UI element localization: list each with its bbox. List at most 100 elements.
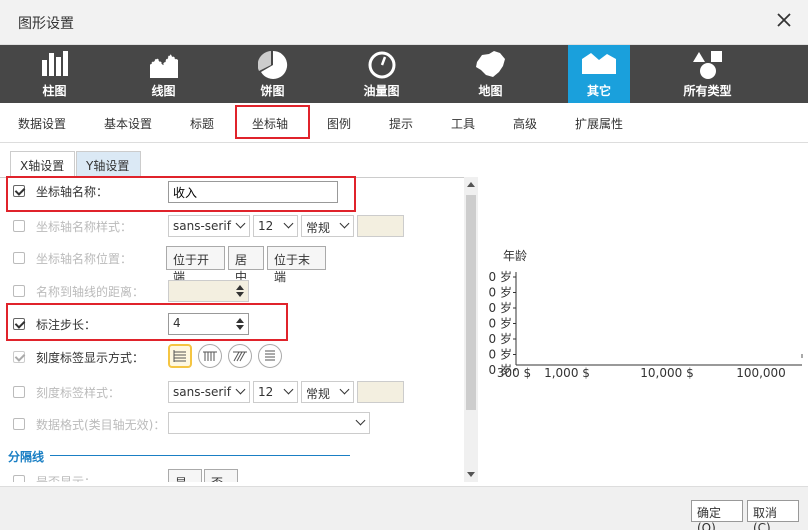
x-tick-label: 10,000 $ bbox=[640, 366, 693, 380]
x-tick-label: 1,000 $ bbox=[544, 366, 590, 380]
section-title: 分隔线 bbox=[8, 450, 45, 464]
label-horizontal-icon[interactable] bbox=[168, 344, 192, 368]
font-weight-value: 常规 bbox=[306, 221, 331, 235]
tab-x-axis[interactable]: X轴设置 bbox=[10, 151, 75, 177]
y-tick-label: 0 岁 bbox=[489, 347, 512, 362]
tab-tools[interactable]: 工具 bbox=[451, 115, 475, 132]
x-tick-label: 300 $ bbox=[497, 366, 531, 380]
scroll-thumb[interactable] bbox=[466, 195, 476, 410]
bar-chart-icon bbox=[41, 51, 68, 76]
data-format-checkbox[interactable] bbox=[13, 418, 25, 430]
chart-type-all[interactable]: 所有类型 bbox=[653, 45, 762, 103]
tick-font-family-select[interactable]: sans-serif bbox=[168, 381, 250, 403]
tab-extended-properties[interactable]: 扩展属性 bbox=[575, 115, 623, 132]
name-distance-stepper[interactable] bbox=[168, 280, 249, 302]
tick-label-display-label: 刻度标签显示方式： bbox=[36, 351, 145, 365]
settings-scrollbar[interactable] bbox=[464, 177, 478, 482]
label-stacked-icon[interactable] bbox=[258, 344, 282, 368]
position-start-button[interactable]: 位于开端 bbox=[166, 246, 225, 284]
chart-type-line-chart[interactable]: 线图 bbox=[109, 45, 218, 103]
other-chart-icon bbox=[582, 53, 616, 74]
label-vertical-icon[interactable] bbox=[198, 344, 222, 368]
close-icon[interactable] bbox=[774, 10, 794, 30]
pie-chart-icon bbox=[257, 50, 287, 79]
row-show: 是否显示： 是 否 bbox=[0, 469, 460, 482]
dialog-footer: 确定(O) 取消(C) bbox=[0, 486, 808, 530]
cancel-button[interactable]: 取消(C) bbox=[747, 500, 799, 530]
active-tab-highlight bbox=[235, 105, 310, 139]
tick-font-color-box[interactable] bbox=[357, 381, 404, 403]
scroll-up-icon[interactable] bbox=[467, 182, 475, 187]
font-size-select[interactable]: 12 bbox=[253, 215, 298, 237]
name-distance-checkbox[interactable] bbox=[13, 285, 25, 297]
show-yes-button[interactable]: 是 bbox=[168, 469, 202, 482]
chart-type-label: 其它 bbox=[586, 84, 611, 98]
chart-type-bar-chart[interactable]: 柱图 bbox=[0, 45, 109, 103]
preview-x-ticks: 300 $ 1,000 $ 10,000 $ 100,000 bbox=[497, 366, 786, 380]
chart-type-label: 线图 bbox=[151, 84, 176, 98]
dialog-title: 图形设置 bbox=[18, 16, 74, 32]
tab-data-settings[interactable]: 数据设置 bbox=[18, 115, 66, 132]
all-types-icon bbox=[692, 51, 722, 79]
tick-label-style-checkbox[interactable] bbox=[13, 386, 25, 398]
label-rotated-icon[interactable] bbox=[228, 344, 252, 368]
chart-type-pie-chart[interactable]: 饼图 bbox=[218, 45, 327, 103]
axis-name-style-checkbox[interactable] bbox=[13, 220, 25, 232]
show-label: 是否显示： bbox=[36, 475, 97, 482]
tab-tooltip[interactable]: 提示 bbox=[389, 115, 413, 132]
y-tick-label: 0 岁 bbox=[489, 285, 512, 300]
axis-name-position-checkbox[interactable] bbox=[13, 252, 25, 264]
tick-font-size-select[interactable]: 12 bbox=[253, 381, 298, 403]
scroll-down-icon[interactable] bbox=[467, 472, 475, 477]
row-axis-name-position: 坐标轴名称位置： 位于开端 居中 位于末端 bbox=[0, 246, 460, 284]
tab-legend[interactable]: 图例 bbox=[327, 115, 351, 132]
chevron-down-icon bbox=[283, 384, 294, 395]
tab-basic-settings[interactable]: 基本设置 bbox=[104, 115, 152, 132]
name-distance-label: 名称到轴线的距离： bbox=[36, 285, 145, 299]
data-format-label: 数据格式(类目轴无效)： bbox=[36, 418, 166, 432]
map-icon bbox=[475, 51, 505, 77]
chevron-down-icon bbox=[235, 218, 246, 229]
show-no-button[interactable]: 否 bbox=[204, 469, 238, 482]
y-tick-label: 0 岁 bbox=[489, 331, 512, 346]
font-weight-select[interactable]: 常规 bbox=[301, 215, 354, 237]
position-end-button[interactable]: 位于末端 bbox=[267, 246, 326, 284]
tab-title[interactable]: 标题 bbox=[190, 115, 214, 132]
row-tick-label-style: 刻度标签样式： sans-serif 12 常规 bbox=[0, 381, 460, 403]
font-family-select[interactable]: sans-serif bbox=[168, 215, 250, 237]
tab-y-axis[interactable]: Y轴设置 bbox=[76, 151, 141, 177]
show-checkbox[interactable] bbox=[13, 475, 25, 482]
axis-name-position-label: 坐标轴名称位置： bbox=[36, 252, 133, 266]
tick-label-display-checkbox[interactable] bbox=[13, 351, 25, 363]
row-tick-label-display: 刻度标签显示方式： bbox=[0, 344, 460, 368]
property-tabs: 数据设置 基本设置 标题 坐标轴 图例 提示 工具 高级 扩展属性 bbox=[0, 103, 808, 143]
decrement-icon[interactable] bbox=[234, 290, 246, 299]
chart-type-label: 饼图 bbox=[260, 84, 285, 98]
position-middle-button[interactable]: 居中 bbox=[228, 246, 264, 284]
line-chart-icon bbox=[149, 52, 178, 78]
preview-axis-name: 年龄 bbox=[503, 249, 527, 263]
font-family-value: sans-serif bbox=[173, 219, 231, 233]
gauge-icon bbox=[368, 51, 395, 79]
chevron-down-icon bbox=[355, 415, 366, 426]
chart-type-map[interactable]: 地图 bbox=[436, 45, 545, 103]
chart-type-label: 地图 bbox=[478, 84, 503, 98]
chart-type-bar: 柱图 线图 饼图 油量图 地图 其它 所有类型 bbox=[0, 45, 808, 103]
font-color-box[interactable] bbox=[357, 215, 404, 237]
preview-y-ticks: 0 岁0 岁0 岁0 岁0 岁0 岁0 岁 bbox=[489, 269, 516, 377]
dialog-titlebar: 图形设置 bbox=[0, 0, 808, 45]
chevron-down-icon bbox=[339, 384, 350, 395]
chevron-down-icon bbox=[339, 218, 350, 229]
ok-button[interactable]: 确定(O) bbox=[691, 500, 743, 530]
tick-font-weight-select[interactable]: 常规 bbox=[301, 381, 354, 403]
tab-advanced[interactable]: 高级 bbox=[513, 115, 537, 132]
tick-label-style-label: 刻度标签样式： bbox=[36, 386, 121, 400]
chart-type-gauge[interactable]: 油量图 bbox=[327, 45, 436, 103]
chevron-down-icon bbox=[235, 384, 246, 395]
data-format-select[interactable] bbox=[168, 412, 370, 434]
row-axis-name-style: 坐标轴名称样式： sans-serif 12 常规 bbox=[0, 215, 460, 237]
font-size-value: 12 bbox=[258, 219, 274, 233]
tick-font-size-value: 12 bbox=[258, 385, 274, 399]
chart-type-label: 柱图 bbox=[42, 84, 67, 98]
chart-type-other[interactable]: 其它 bbox=[568, 45, 630, 103]
